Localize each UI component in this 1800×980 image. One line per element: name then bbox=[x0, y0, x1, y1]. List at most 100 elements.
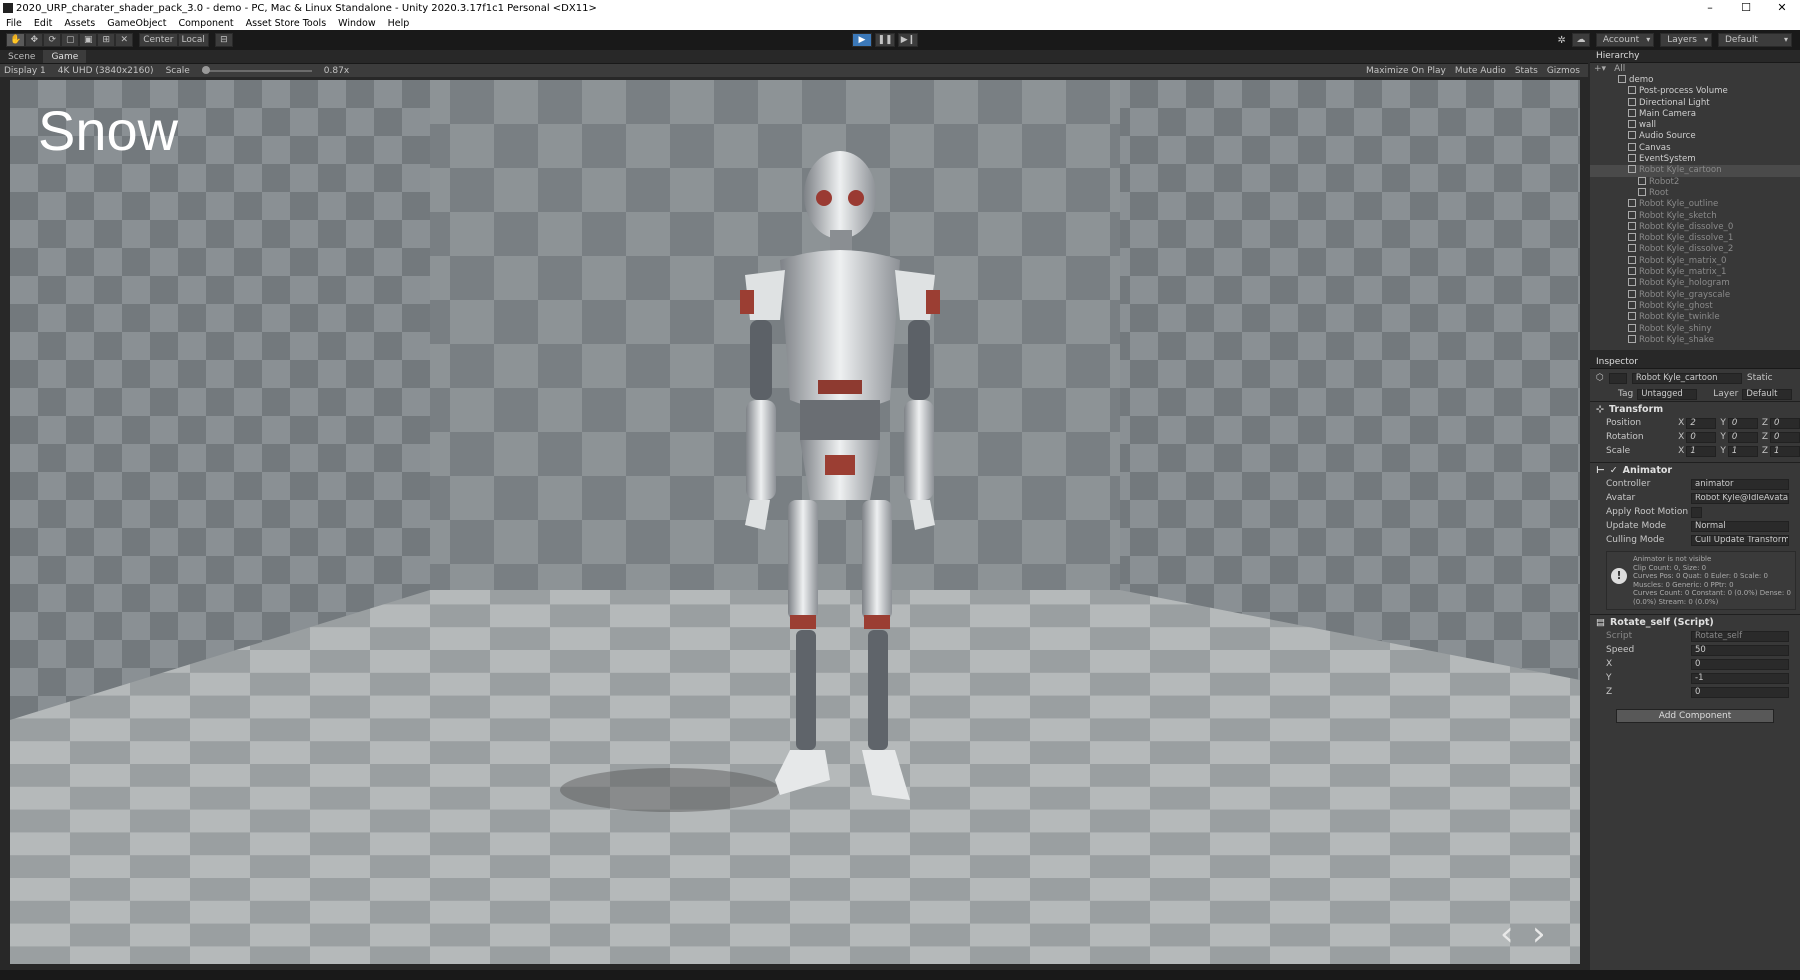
layers-dropdown[interactable]: Layers bbox=[1660, 33, 1712, 47]
close-button[interactable]: ✕ bbox=[1764, 0, 1800, 16]
layer-dropdown[interactable]: Default bbox=[1742, 388, 1793, 400]
step-button[interactable]: ▶❙ bbox=[898, 33, 918, 47]
rotate-tool-icon[interactable]: ⟳ bbox=[43, 33, 62, 47]
controller-field[interactable]: animator bbox=[1691, 478, 1789, 490]
avatar-field[interactable]: Robot Kyle@IdleAvatar bbox=[1691, 492, 1789, 504]
hierarchy-item[interactable]: Robot Kyle_cartoon bbox=[1590, 165, 1800, 177]
hierarchy-item[interactable]: Post-process Volume bbox=[1590, 86, 1800, 97]
hierarchy-item[interactable]: Robot Kyle_dissolve_2 bbox=[1590, 244, 1800, 255]
account-dropdown[interactable]: Account bbox=[1595, 33, 1655, 47]
scale-tool-icon[interactable]: ▢ bbox=[61, 33, 80, 47]
tag-dropdown[interactable]: Untagged bbox=[1637, 388, 1698, 400]
speed-field[interactable]: 50 bbox=[1691, 644, 1789, 656]
hierarchy-item[interactable]: Root bbox=[1590, 187, 1800, 199]
y-field[interactable]: -1 bbox=[1691, 672, 1789, 684]
move-tool-icon[interactable]: ✥ bbox=[25, 33, 44, 47]
rotate-self-header[interactable]: ▤ Rotate_self (Script) bbox=[1590, 614, 1800, 629]
hierarchy-item[interactable]: Robot Kyle_ghost bbox=[1590, 300, 1800, 312]
menu-asset-store-tools[interactable]: Asset Store Tools bbox=[240, 18, 333, 29]
position-x[interactable]: 2 bbox=[1686, 417, 1717, 429]
hierarchy-item[interactable]: Robot Kyle_matrix_1 bbox=[1590, 267, 1800, 278]
snap-icon[interactable]: ⊟ bbox=[214, 33, 233, 47]
custom-tool-icon[interactable]: ✕ bbox=[115, 33, 134, 47]
active-checkbox[interactable] bbox=[1608, 372, 1627, 384]
z-field[interactable]: 0 bbox=[1691, 686, 1789, 698]
hierarchy-item[interactable]: demo bbox=[1590, 75, 1800, 86]
tab-game[interactable]: Game bbox=[43, 50, 87, 63]
apply-root-motion-checkbox[interactable] bbox=[1691, 506, 1702, 518]
menu-file[interactable]: File bbox=[0, 18, 28, 29]
rotation-x[interactable]: 0 bbox=[1686, 431, 1717, 443]
hierarchy-item[interactable]: Robot Kyle_grayscale bbox=[1590, 289, 1800, 301]
gizmos-dropdown[interactable]: Gizmos bbox=[1547, 66, 1580, 76]
collab-icon[interactable]: ✲ bbox=[1557, 35, 1565, 46]
hierarchy-search[interactable]: All bbox=[1614, 64, 1625, 74]
static-toggle[interactable]: Static bbox=[1747, 373, 1773, 383]
resolution-dropdown[interactable]: 4K UHD (3840x2160) bbox=[58, 66, 154, 76]
scale-y[interactable]: 1 bbox=[1727, 445, 1758, 457]
scale-slider-handle[interactable] bbox=[201, 65, 210, 74]
hierarchy-item[interactable]: Main Camera bbox=[1590, 108, 1800, 120]
hierarchy-item[interactable]: Robot Kyle_shiny bbox=[1590, 323, 1800, 335]
animator-header[interactable]: ⊢ ✓ Animator bbox=[1590, 462, 1800, 477]
hand-tool-icon[interactable]: ✋ bbox=[6, 33, 26, 47]
add-component-button[interactable]: Add Component bbox=[1616, 709, 1774, 723]
menu-gameobject[interactable]: GameObject bbox=[101, 18, 172, 29]
pivot-center-button[interactable]: Center bbox=[139, 33, 178, 47]
hierarchy-item[interactable]: Robot2 bbox=[1590, 176, 1800, 188]
stats-toggle[interactable]: Stats bbox=[1515, 66, 1538, 76]
menu-assets[interactable]: Assets bbox=[58, 18, 101, 29]
hierarchy-item[interactable]: Robot Kyle_matrix_0 bbox=[1590, 255, 1800, 267]
hierarchy-item[interactable]: Robot Kyle_dissolve_0 bbox=[1590, 221, 1800, 233]
gameobject-icon bbox=[1628, 278, 1636, 287]
hierarchy-item[interactable]: Audio Source bbox=[1590, 131, 1800, 142]
menu-window[interactable]: Window bbox=[332, 18, 381, 29]
tab-scene[interactable]: Scene bbox=[0, 50, 43, 63]
scale-x[interactable]: 1 bbox=[1686, 445, 1717, 457]
position-y[interactable]: 0 bbox=[1727, 417, 1758, 429]
position-z[interactable]: 0 bbox=[1770, 417, 1800, 429]
game-viewport[interactable]: Snow ‹ › bbox=[10, 80, 1580, 964]
title-bar: 2020_URP_charater_shader_pack_3.0 - demo… bbox=[0, 0, 1800, 16]
menu-edit[interactable]: Edit bbox=[28, 18, 58, 29]
maximize-button[interactable]: ☐ bbox=[1728, 0, 1764, 16]
hierarchy-item[interactable]: Robot Kyle_twinkle bbox=[1590, 312, 1800, 323]
minimize-button[interactable]: – bbox=[1692, 0, 1728, 16]
hierarchy-item[interactable]: Robot Kyle_dissolve_1 bbox=[1590, 233, 1800, 244]
pause-button[interactable]: ❚❚ bbox=[875, 33, 895, 47]
culling-mode-dropdown[interactable]: Cull Update Transforms bbox=[1691, 534, 1789, 546]
prev-arrow-icon[interactable]: ‹ bbox=[1500, 914, 1514, 954]
hierarchy-item[interactable]: Robot Kyle_shake bbox=[1590, 334, 1800, 346]
play-button[interactable]: ▶ bbox=[852, 33, 872, 47]
hierarchy-item[interactable]: Directional Light bbox=[1590, 97, 1800, 109]
menu-help[interactable]: Help bbox=[382, 18, 416, 29]
apply-root-motion-label: Apply Root Motion bbox=[1606, 507, 1689, 517]
update-mode-dropdown[interactable]: Normal bbox=[1691, 520, 1789, 532]
animator-checkbox[interactable]: ✓ bbox=[1610, 465, 1618, 476]
hierarchy-item[interactable]: EventSystem bbox=[1590, 154, 1800, 165]
layout-dropdown[interactable]: Default bbox=[1718, 33, 1792, 47]
maximize-on-play-toggle[interactable]: Maximize On Play bbox=[1366, 66, 1446, 76]
scale-slider[interactable] bbox=[201, 65, 312, 74]
menu-component[interactable]: Component bbox=[172, 18, 239, 29]
hierarchy-item[interactable]: Robot Kyle_outline bbox=[1590, 199, 1800, 210]
next-arrow-icon[interactable]: › bbox=[1532, 914, 1546, 954]
rotation-z[interactable]: 0 bbox=[1770, 431, 1800, 443]
hierarchy-item[interactable]: Canvas bbox=[1590, 142, 1800, 154]
add-icon[interactable]: +▾ bbox=[1594, 64, 1606, 74]
mute-audio-toggle[interactable]: Mute Audio bbox=[1455, 66, 1506, 76]
cloud-icon[interactable]: ☁ bbox=[1571, 33, 1590, 47]
x-field[interactable]: 0 bbox=[1691, 658, 1789, 670]
hierarchy-item[interactable]: Robot Kyle_hologram bbox=[1590, 278, 1800, 289]
transform-header[interactable]: ⊹ Transform bbox=[1590, 401, 1800, 416]
display-dropdown[interactable]: Display 1 bbox=[4, 66, 46, 76]
hierarchy-item[interactable]: wall bbox=[1590, 120, 1800, 131]
play-controls: ▶ ❚❚ ▶❙ bbox=[852, 33, 918, 47]
object-name-field[interactable]: Robot Kyle_cartoon bbox=[1631, 372, 1742, 384]
scale-z[interactable]: 1 bbox=[1770, 445, 1800, 457]
rotation-y[interactable]: 0 bbox=[1727, 431, 1758, 443]
pivot-local-button[interactable]: Local bbox=[177, 33, 209, 47]
rect-tool-icon[interactable]: ▣ bbox=[79, 33, 98, 47]
hierarchy-item[interactable]: Robot Kyle_sketch bbox=[1590, 210, 1800, 222]
transform-tool-icon[interactable]: ⊞ bbox=[97, 33, 116, 47]
